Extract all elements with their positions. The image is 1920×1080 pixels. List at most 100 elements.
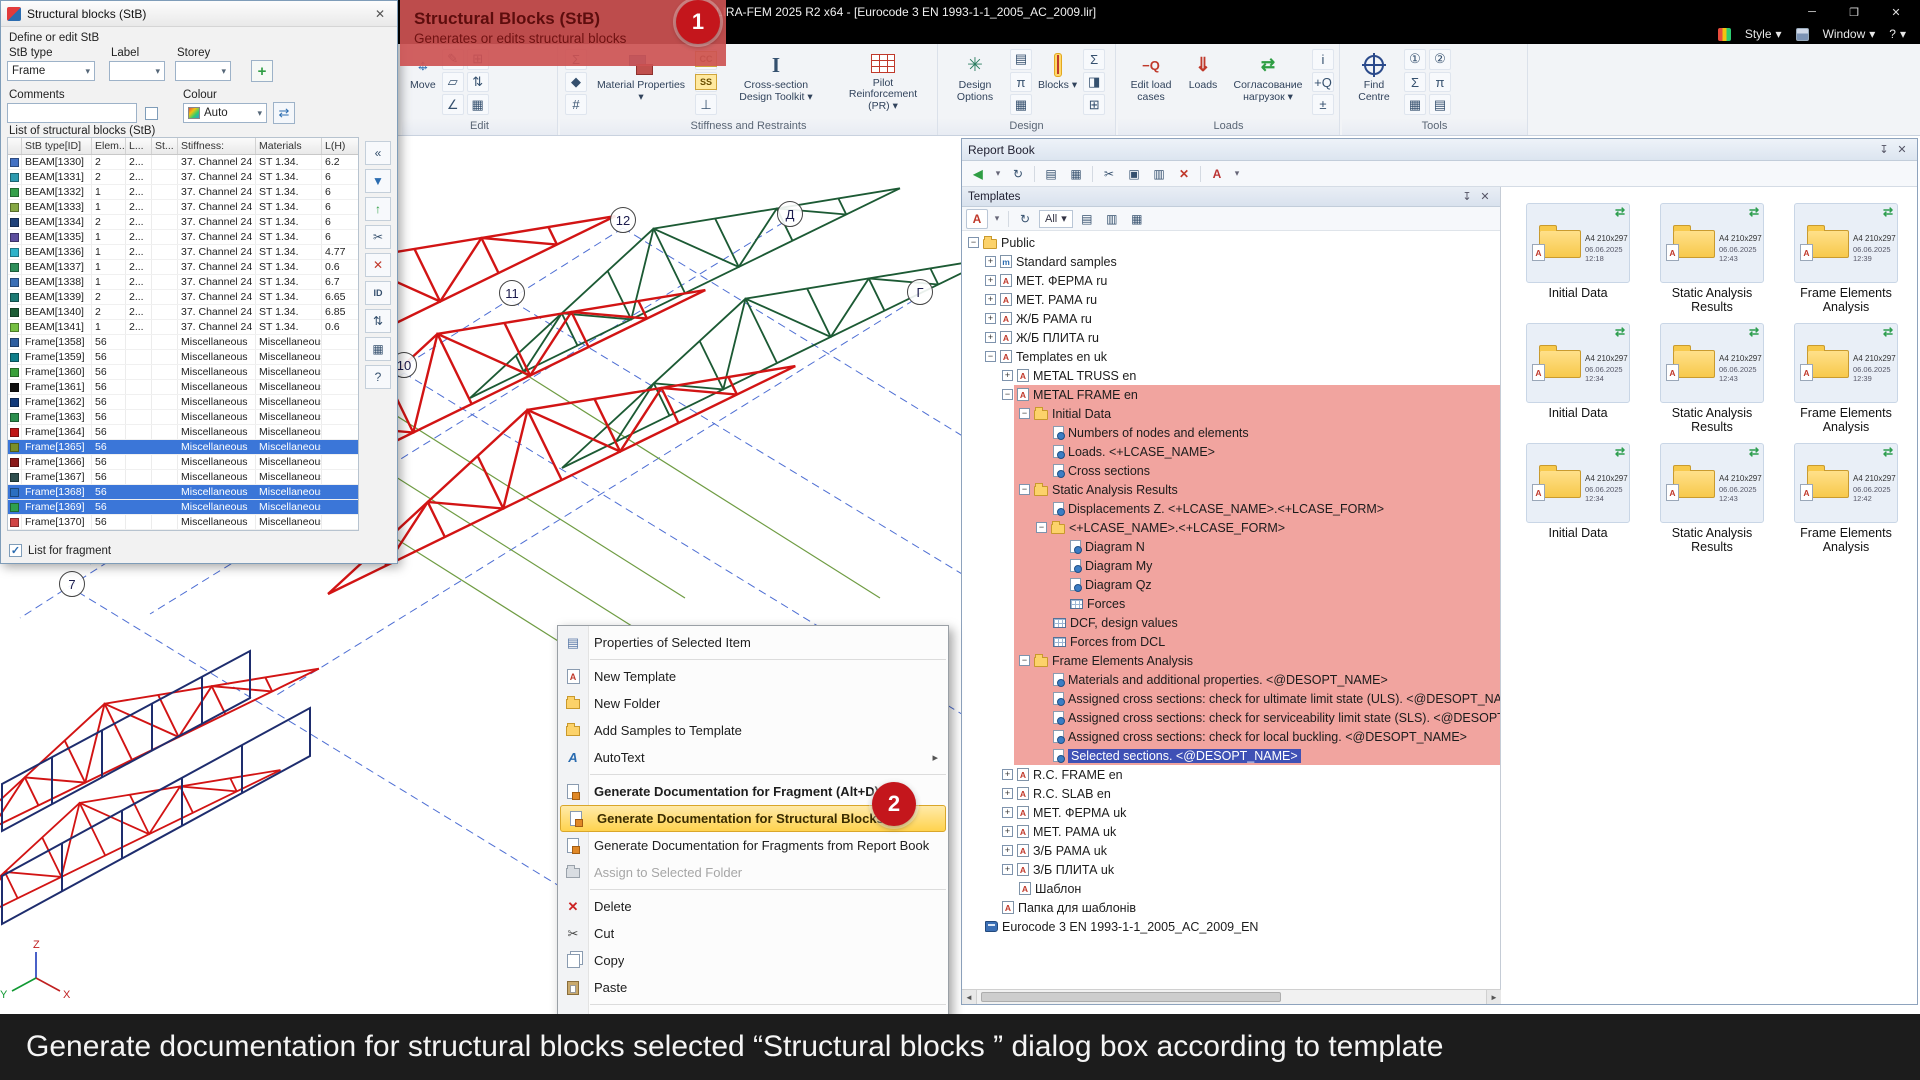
thumbnail-card[interactable]: ⇄AA4 210x29706.06.2025 12:34 — [1526, 323, 1630, 403]
numbered-two-icon[interactable]: ② — [1429, 49, 1451, 70]
colour-select[interactable]: Auto▾ — [183, 103, 267, 123]
menu-item-properties-of-selected-item[interactable]: ▤Properties of Selected Item — [558, 629, 948, 656]
stb-table-row[interactable]: BEAM[1330]22...37. Channel 24ST 1.34.6.2 — [8, 155, 358, 170]
menu-item-assign-to-selected-folder[interactable]: Assign to Selected Folder — [558, 859, 948, 886]
template-a-icon[interactable]: A — [966, 209, 988, 229]
loads-button[interactable]: ⇓ Loads — [1182, 47, 1224, 115]
tree-item-ru[interactable]: +AМЕТ. РАМА ru — [962, 290, 1500, 309]
comments-checkbox[interactable] — [145, 107, 158, 120]
templates-close-icon[interactable]: ✕ — [1476, 189, 1494, 205]
design-options-button[interactable]: ✳ Design Options — [943, 47, 1007, 115]
tree-item-diagram-n[interactable]: Diagram N — [962, 537, 1500, 556]
dialog-close-icon[interactable]: ✕ — [369, 5, 391, 23]
tree-item-frame-elements-analysis[interactable]: −Frame Elements Analysis — [962, 651, 1500, 670]
stb-column-header[interactable]: Stiffness: — [178, 138, 256, 154]
menu-help[interactable]: ? ▾ — [1889, 27, 1906, 41]
stb-column-header[interactable]: Elem... — [92, 138, 126, 154]
pilot-reinforcement-button[interactable]: Pilot Reinforcement (PR) ▾ — [835, 47, 931, 115]
minimize-button[interactable]: ─ — [1792, 2, 1832, 22]
refresh-templates-icon[interactable]: ↻ — [1014, 209, 1036, 229]
sum-tools-icon[interactable]: Σ — [1404, 72, 1426, 93]
stb-type-select[interactable]: Frame▾ — [7, 61, 95, 81]
section-icon[interactable]: ◆ — [565, 72, 587, 93]
tree-item-ru[interactable]: +AЖ/Б РАМА ru — [962, 309, 1500, 328]
mesh-icon[interactable]: ▦ — [467, 94, 489, 115]
swap-colour-button[interactable]: ⇄ — [273, 102, 295, 124]
scrollbar-thumb[interactable] — [981, 992, 1281, 1002]
stb-table-row[interactable]: Frame[1358]56MiscellaneousMiscellaneous — [8, 335, 358, 350]
tree-item-static-analysis-results[interactable]: −Static Analysis Results — [962, 480, 1500, 499]
stb-table-row[interactable]: Frame[1366]56MiscellaneousMiscellaneous — [8, 455, 358, 470]
copy-icon[interactable]: ▣ — [1123, 164, 1145, 184]
thumbnail-card[interactable]: ⇄AA4 210x29706.06.2025 12:39 — [1794, 323, 1898, 403]
horizontal-scrollbar[interactable]: ◄ ► — [962, 989, 1501, 1004]
storey-input[interactable]: ▾ — [175, 61, 231, 81]
scroll-left-icon[interactable]: ◄ — [962, 990, 977, 1004]
plus-grid-icon[interactable]: ⊞ — [1083, 94, 1105, 115]
back-icon[interactable]: ◀ — [967, 164, 989, 184]
tree-expander-icon[interactable]: − — [1002, 389, 1013, 400]
view-list-icon[interactable]: ▤ — [1076, 209, 1098, 229]
tree-expander-icon[interactable]: + — [985, 275, 996, 286]
stb-column-header[interactable]: Materials — [256, 138, 322, 154]
apply-icon[interactable]: ↑ — [365, 197, 391, 221]
cross-section-toolkit-button[interactable]: I Cross-section Design Toolkit ▾ — [720, 47, 832, 115]
export-dropdown-icon[interactable]: ▾ — [1231, 164, 1243, 184]
tree-item-r-c-slab-en[interactable]: +AR.C. SLAB en — [962, 784, 1500, 803]
stb-table-row[interactable]: Frame[1367]56MiscellaneousMiscellaneous — [8, 470, 358, 485]
info-icon[interactable]: i — [1312, 49, 1334, 70]
stb-column-header[interactable]: St... — [152, 138, 178, 154]
tree-item-materials-and-additional-properties-desopt-name[interactable]: Materials and additional properties. <@D… — [962, 670, 1500, 689]
templates-pin-icon[interactable]: ↧ — [1458, 189, 1476, 205]
stb-table-row[interactable]: Frame[1359]56MiscellaneousMiscellaneous — [8, 350, 358, 365]
add-stb-button[interactable]: + — [251, 60, 273, 82]
stb-table-row[interactable]: Frame[1364]56MiscellaneousMiscellaneous — [8, 425, 358, 440]
tree-expander-icon[interactable]: + — [1002, 826, 1013, 837]
thumbnail-card[interactable]: ⇄AA4 210x29706.06.2025 12:43 — [1660, 443, 1764, 523]
tree-item-loads-lcase-name[interactable]: Loads. <+LCASE_NAME> — [962, 442, 1500, 461]
tree-expander-icon[interactable]: + — [1002, 788, 1013, 799]
tree-item-assigned-cross-sections-check-for-local-buckling-desopt-name[interactable]: Assigned cross sections: check for local… — [962, 727, 1500, 746]
tree-item-diagram-qz[interactable]: Diagram Qz — [962, 575, 1500, 594]
stb-column-header[interactable]: L... — [126, 138, 152, 154]
document-thumbnail[interactable]: ⇄AA4 210x29706.06.2025 12:18Initial Data — [1516, 203, 1640, 323]
tree-expander-icon[interactable]: + — [985, 294, 996, 305]
tree-item-eurocode-3-en-1993-1-1-2005-ac-2009-en[interactable]: Eurocode 3 EN 1993-1-1_2005_AC_2009_EN — [962, 917, 1500, 936]
add-load-icon[interactable]: +Q — [1312, 72, 1334, 93]
label-input[interactable]: ▾ — [109, 61, 165, 81]
back-dropdown-icon[interactable]: ▾ — [992, 164, 1004, 184]
tree-item-standard-samples[interactable]: +mStandard samples — [962, 252, 1500, 271]
stb-column-header[interactable]: L(H) — [322, 138, 359, 154]
swap-icon[interactable]: ⇅ — [467, 72, 489, 93]
document-thumbnail[interactable]: ⇄AA4 210x29706.06.2025 12:43Static Analy… — [1650, 203, 1774, 323]
delete-icon[interactable]: ✕ — [1173, 164, 1195, 184]
list-for-fragment-checkbox[interactable]: ✓ — [9, 544, 22, 557]
structural-blocks-button[interactable]: Blocks ▾ — [1035, 47, 1080, 115]
stb-table-row[interactable]: Frame[1363]56MiscellaneousMiscellaneous — [8, 410, 358, 425]
open-folder-icon[interactable]: ▤ — [1040, 164, 1062, 184]
view-grid-icon[interactable]: ▦ — [1126, 209, 1148, 229]
stb-table-row[interactable]: BEAM[1331]22...37. Channel 24ST 1.34.6 — [8, 170, 358, 185]
document-thumbnail[interactable]: ⇄AA4 210x29706.06.2025 12:39Frame Elemen… — [1784, 203, 1908, 323]
menu-window[interactable]: Window ▾ — [1823, 27, 1876, 41]
close-button[interactable]: ✕ — [1876, 2, 1916, 22]
tree-expander-icon[interactable]: + — [985, 256, 996, 267]
stb-table-row[interactable]: BEAM[1338]12...37. Channel 24ST 1.34.6.7 — [8, 275, 358, 290]
menu-item-autotext[interactable]: AAutoText▸ — [558, 744, 948, 771]
menu-item-new-folder[interactable]: New Folder — [558, 690, 948, 717]
tree-expander-icon[interactable]: − — [1019, 408, 1030, 419]
tree-expander-icon[interactable]: + — [1002, 864, 1013, 875]
reorder-icon[interactable]: ⇅ — [365, 309, 391, 333]
tree-item-uk[interactable]: +AЗ/Б ПЛИТА uk — [962, 860, 1500, 879]
numbered-one-icon[interactable]: ① — [1404, 49, 1426, 70]
maximize-button[interactable]: ❐ — [1834, 2, 1874, 22]
tree-item-uk[interactable]: +AМЕТ. ФЕРМА uk — [962, 803, 1500, 822]
stb-table-row[interactable]: BEAM[1339]22...37. Channel 24ST 1.34.6.6… — [8, 290, 358, 305]
thumbnail-card[interactable]: ⇄AA4 210x29706.06.2025 12:18 — [1526, 203, 1630, 283]
tree-item-metal-frame-en[interactable]: −AMETAL FRAME en — [962, 385, 1500, 404]
stb-table-row[interactable]: Frame[1360]56MiscellaneousMiscellaneous — [8, 365, 358, 380]
thumbnail-card[interactable]: ⇄AA4 210x29706.06.2025 12:43 — [1660, 203, 1764, 283]
pi-icon[interactable]: π — [1429, 72, 1451, 93]
tree-item-public[interactable]: −Public — [962, 233, 1500, 252]
template-dropdown-icon[interactable]: ▾ — [991, 209, 1003, 229]
